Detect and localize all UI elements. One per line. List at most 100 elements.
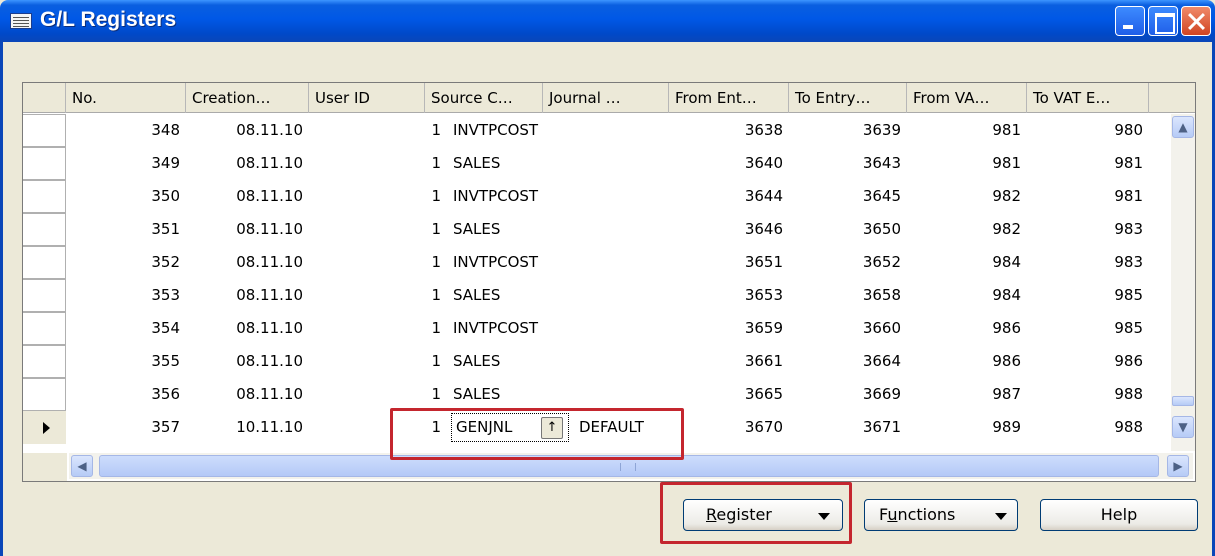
row-selector[interactable] bbox=[23, 378, 66, 411]
cell-from-vat[interactable]: 981 bbox=[907, 147, 1027, 180]
column-header-from-vat[interactable]: From VA… bbox=[907, 83, 1027, 113]
cell-from-vat[interactable]: 984 bbox=[907, 279, 1027, 312]
column-header-creation-date[interactable]: Creation… bbox=[186, 83, 309, 113]
column-header-no[interactable]: No. bbox=[66, 83, 186, 113]
cell-journal-batch[interactable] bbox=[573, 180, 669, 213]
cell-to-entry[interactable]: 3645 bbox=[789, 180, 907, 213]
cell-from-entry[interactable]: 3646 bbox=[669, 213, 789, 246]
cell-user-id[interactable]: 1 bbox=[309, 180, 447, 213]
cell-journal-batch[interactable] bbox=[573, 114, 669, 147]
cell-source-code[interactable]: SALES bbox=[447, 213, 573, 246]
cell-no[interactable]: 350 bbox=[66, 180, 186, 213]
cell-from-vat[interactable]: 986 bbox=[907, 345, 1027, 378]
cell-to-entry[interactable]: 3652 bbox=[789, 246, 907, 279]
cell-journal-batch[interactable] bbox=[573, 279, 669, 312]
cell-source-code[interactable]: SALES bbox=[447, 279, 573, 312]
cell-creation-date[interactable]: 08.11.10 bbox=[186, 180, 309, 213]
cell-from-vat[interactable]: 982 bbox=[907, 213, 1027, 246]
cell-no[interactable]: 349 bbox=[66, 147, 186, 180]
cell-to-entry[interactable]: 3650 bbox=[789, 213, 907, 246]
scroll-left-icon[interactable]: ◀ bbox=[71, 455, 93, 477]
cell-user-id[interactable]: 1 bbox=[309, 213, 447, 246]
scroll-down-icon[interactable]: ▼ bbox=[1172, 416, 1194, 438]
cell-user-id[interactable]: 1 bbox=[309, 246, 447, 279]
row-selector[interactable] bbox=[23, 147, 66, 180]
cell-creation-date[interactable]: 10.11.10 bbox=[186, 411, 309, 444]
cell-to-entry[interactable]: 3664 bbox=[789, 345, 907, 378]
cell-no[interactable]: 351 bbox=[66, 213, 186, 246]
row-selector[interactable] bbox=[23, 312, 66, 345]
maximize-button[interactable] bbox=[1148, 6, 1178, 36]
scroll-up-icon[interactable]: ▲ bbox=[1172, 116, 1194, 138]
cell-from-entry[interactable]: 3670 bbox=[669, 411, 789, 444]
cell-journal-batch[interactable] bbox=[573, 312, 669, 345]
cell-from-entry[interactable]: 3661 bbox=[669, 345, 789, 378]
vertical-scrollbar[interactable]: ▲ ▼ bbox=[1171, 114, 1195, 451]
vertical-scroll-thumb[interactable] bbox=[1172, 396, 1194, 406]
column-header-user-id[interactable]: User ID bbox=[309, 83, 425, 113]
table-row[interactable]: 348 08.11.10 1 INVTPCOST 3638 3639 981 980 bbox=[23, 114, 1195, 147]
cell-to-vat[interactable]: 986 bbox=[1027, 345, 1149, 378]
table-row[interactable]: 353 08.11.10 1 SALES 3653 3658 984 985 bbox=[23, 279, 1195, 312]
cell-to-vat[interactable]: 983 bbox=[1027, 246, 1149, 279]
cell-to-entry[interactable]: 3658 bbox=[789, 279, 907, 312]
cell-from-vat[interactable]: 989 bbox=[907, 411, 1027, 444]
cell-no[interactable]: 356 bbox=[66, 378, 186, 411]
cell-no[interactable]: 348 bbox=[66, 114, 186, 147]
cell-no[interactable]: 352 bbox=[66, 246, 186, 279]
cell-no[interactable]: 353 bbox=[66, 279, 186, 312]
cell-to-vat[interactable]: 983 bbox=[1027, 213, 1149, 246]
cell-creation-date[interactable]: 08.11.10 bbox=[186, 345, 309, 378]
cell-no[interactable]: 355 bbox=[66, 345, 186, 378]
cell-no[interactable]: 354 bbox=[66, 312, 186, 345]
cell-source-code[interactable]: INVTPCOST bbox=[447, 246, 573, 279]
cell-source-code[interactable]: INVTPCOST bbox=[447, 114, 573, 147]
cell-from-entry[interactable]: 3644 bbox=[669, 180, 789, 213]
cell-from-vat[interactable]: 984 bbox=[907, 246, 1027, 279]
cell-to-entry[interactable]: 3639 bbox=[789, 114, 907, 147]
table-row[interactable]: 356 08.11.10 1 SALES 3665 3669 987 988 bbox=[23, 378, 1195, 411]
title-bar[interactable]: G/L Registers bbox=[0, 0, 1215, 42]
functions-button[interactable]: Functions bbox=[864, 499, 1018, 531]
cell-journal-batch[interactable] bbox=[573, 147, 669, 180]
cell-user-id[interactable]: 1 bbox=[309, 378, 447, 411]
minimize-button[interactable] bbox=[1115, 6, 1145, 36]
cell-from-vat[interactable]: 982 bbox=[907, 180, 1027, 213]
table-row[interactable]: 354 08.11.10 1 INVTPCOST 3659 3660 986 985 bbox=[23, 312, 1195, 345]
cell-user-id[interactable]: 1 bbox=[309, 312, 447, 345]
column-header-from-entry[interactable]: From Ent… bbox=[669, 83, 789, 113]
row-selector[interactable] bbox=[23, 180, 66, 213]
cell-to-vat[interactable]: 981 bbox=[1027, 147, 1149, 180]
row-selector[interactable] bbox=[23, 279, 66, 312]
cell-from-entry[interactable]: 3665 bbox=[669, 378, 789, 411]
cell-to-vat[interactable]: 980 bbox=[1027, 114, 1149, 147]
cell-source-code[interactable]: INVTPCOST bbox=[447, 180, 573, 213]
cell-to-vat[interactable]: 988 bbox=[1027, 411, 1149, 444]
register-button[interactable]: Register bbox=[683, 499, 843, 531]
cell-to-vat[interactable]: 981 bbox=[1027, 180, 1149, 213]
table-row[interactable]: 355 08.11.10 1 SALES 3661 3664 986 986 bbox=[23, 345, 1195, 378]
cell-from-entry[interactable]: 3640 bbox=[669, 147, 789, 180]
cell-to-entry[interactable]: 3669 bbox=[789, 378, 907, 411]
column-header-to-entry[interactable]: To Entry… bbox=[789, 83, 907, 113]
cell-journal-batch[interactable] bbox=[573, 378, 669, 411]
cell-source-code[interactable]: INVTPCOST bbox=[447, 312, 573, 345]
scroll-right-icon[interactable]: ▶ bbox=[1167, 455, 1189, 477]
column-header-source-code[interactable]: Source C… bbox=[425, 83, 543, 113]
cell-creation-date[interactable]: 08.11.10 bbox=[186, 378, 309, 411]
cell-creation-date[interactable]: 08.11.10 bbox=[186, 147, 309, 180]
cell-user-id[interactable]: 1 bbox=[309, 279, 447, 312]
cell-user-id[interactable]: 1 bbox=[309, 345, 447, 378]
cell-to-vat[interactable]: 985 bbox=[1027, 312, 1149, 345]
cell-source-code[interactable]: SALES bbox=[447, 147, 573, 180]
cell-user-id[interactable]: 1 bbox=[309, 147, 447, 180]
cell-user-id[interactable]: 1 bbox=[309, 114, 447, 147]
cell-to-vat[interactable]: 988 bbox=[1027, 378, 1149, 411]
cell-from-entry[interactable]: 3659 bbox=[669, 312, 789, 345]
row-selector[interactable] bbox=[23, 345, 66, 378]
cell-creation-date[interactable]: 08.11.10 bbox=[186, 114, 309, 147]
column-header-journal-batch[interactable]: Journal … bbox=[543, 83, 669, 113]
cell-from-entry[interactable]: 3653 bbox=[669, 279, 789, 312]
table-row[interactable]: 351 08.11.10 1 SALES 3646 3650 982 983 bbox=[23, 213, 1195, 246]
cell-source-code[interactable]: SALES bbox=[447, 345, 573, 378]
